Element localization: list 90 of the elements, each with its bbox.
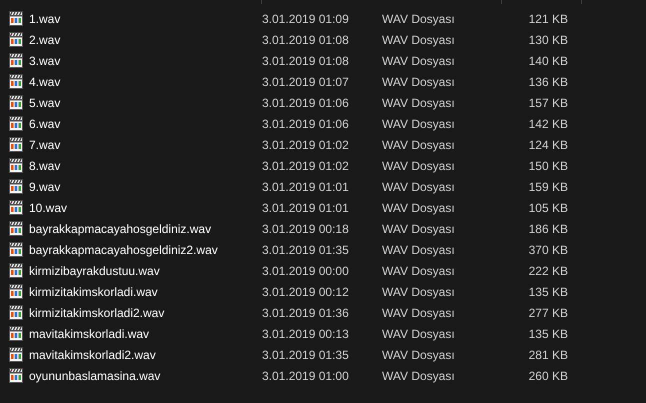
clapperboard-icon	[9, 158, 23, 173]
file-name[interactable]: 1.wav	[29, 12, 60, 26]
file-type: WAV Dosyası	[382, 74, 455, 88]
file-type: WAV Dosyası	[382, 284, 455, 298]
clapperboard-icon	[9, 137, 23, 152]
date-modified: 3.01.2019 00:00	[262, 264, 349, 278]
clapperboard-icon	[9, 74, 23, 89]
file-size: 277 KB	[528, 306, 568, 320]
file-type: WAV Dosyası	[382, 368, 455, 382]
file-name[interactable]: oyununbaslamasina.wav	[29, 368, 160, 382]
file-size: 130 KB	[528, 32, 568, 46]
date-modified: 3.01.2019 01:01	[262, 200, 349, 214]
file-name[interactable]: mavitakimskorladi2.wav	[29, 348, 156, 362]
date-modified: 3.01.2019 01:35	[262, 242, 349, 256]
clapperboard-icon	[9, 326, 23, 341]
date-modified: 3.01.2019 01:00	[262, 368, 349, 382]
file-type: WAV Dosyası	[382, 12, 455, 26]
file-type: WAV Dosyası	[382, 326, 455, 340]
file-type: WAV Dosyası	[382, 116, 455, 130]
clapperboard-icon	[9, 53, 23, 68]
date-modified: 3.01.2019 00:13	[262, 326, 349, 340]
date-modified: 3.01.2019 01:09	[262, 12, 349, 26]
file-type: WAV Dosyası	[382, 242, 455, 256]
file-name[interactable]: 2.wav	[29, 32, 60, 46]
file-size: 140 KB	[528, 54, 568, 68]
file-type: WAV Dosyası	[382, 96, 455, 110]
file-type: WAV Dosyası	[382, 222, 455, 236]
file-size: 121 KB	[528, 12, 568, 26]
clapperboard-icon	[9, 221, 23, 236]
file-size: 142 KB	[528, 116, 568, 130]
clapperboard-icon	[9, 95, 23, 110]
file-size: 105 KB	[528, 200, 568, 214]
file-name[interactable]: 7.wav	[29, 138, 60, 152]
file-size: 370 KB	[528, 242, 568, 256]
file-size: 159 KB	[528, 180, 568, 194]
clapperboard-icon	[9, 368, 23, 383]
date-modified: 3.01.2019 01:01	[262, 180, 349, 194]
file-size: 135 KB	[528, 326, 568, 340]
file-size: 124 KB	[528, 138, 568, 152]
file-name[interactable]: kirmizitakimskorladi2.wav	[29, 306, 164, 320]
file-name[interactable]: 9.wav	[29, 180, 60, 194]
date-modified: 3.01.2019 01:07	[262, 74, 349, 88]
file-name[interactable]: bayrakkapmacayahosgeldiniz2.wav	[29, 242, 218, 256]
date-modified: 3.01.2019 00:12	[262, 284, 349, 298]
file-name[interactable]: 10.wav	[29, 200, 68, 214]
file-name[interactable]: kirmizitakimskorladi.wav	[29, 284, 158, 298]
clapperboard-icon	[9, 305, 23, 320]
file-size: 222 KB	[528, 264, 568, 278]
file-type: WAV Dosyası	[382, 200, 455, 214]
file-name[interactable]: kirmizibayrakdustuu.wav	[29, 264, 160, 278]
file-type: WAV Dosyası	[382, 306, 455, 320]
file-type: WAV Dosyası	[382, 54, 455, 68]
file-size: 281 KB	[528, 348, 568, 362]
clapperboard-icon	[9, 11, 23, 26]
date-modified: 3.01.2019 00:18	[262, 222, 349, 236]
clapperboard-icon	[9, 200, 23, 215]
file-name[interactable]: 8.wav	[29, 158, 60, 172]
file-size: 136 KB	[528, 74, 568, 88]
date-modified: 3.01.2019 01:02	[262, 158, 349, 172]
clapperboard-icon	[9, 284, 23, 299]
file-name[interactable]: 5.wav	[29, 96, 60, 110]
file-type: WAV Dosyası	[382, 138, 455, 152]
file-name[interactable]: bayrakkapmacayahosgeldiniz.wav	[29, 222, 212, 236]
date-modified: 3.01.2019 01:02	[262, 138, 349, 152]
clapperboard-icon	[9, 179, 23, 194]
file-size: 186 KB	[528, 222, 568, 236]
file-name[interactable]: 3.wav	[29, 54, 60, 68]
file-size: 135 KB	[528, 284, 568, 298]
date-modified: 3.01.2019 01:06	[262, 96, 349, 110]
file-name[interactable]: 6.wav	[29, 116, 60, 130]
clapperboard-icon	[9, 116, 23, 131]
date-modified: 3.01.2019 01:08	[262, 54, 349, 68]
file-name[interactable]: 4.wav	[29, 74, 60, 88]
file-size: 260 KB	[528, 368, 568, 382]
clapperboard-icon	[9, 242, 23, 257]
file-type: WAV Dosyası	[382, 180, 455, 194]
file-name[interactable]: mavitakimskorladi.wav	[29, 326, 150, 340]
file-size: 150 KB	[528, 158, 568, 172]
file-size: 157 KB	[528, 96, 568, 110]
date-modified: 3.01.2019 01:08	[262, 32, 349, 46]
clapperboard-icon	[9, 263, 23, 278]
date-modified: 3.01.2019 01:35	[262, 348, 349, 362]
file-type: WAV Dosyası	[382, 264, 455, 278]
clapperboard-icon	[9, 32, 23, 47]
date-modified: 3.01.2019 01:36	[262, 306, 349, 320]
file-type: WAV Dosyası	[382, 348, 455, 362]
file-type: WAV Dosyası	[382, 158, 455, 172]
file-type: WAV Dosyası	[382, 32, 455, 46]
clapperboard-icon	[9, 347, 23, 362]
date-modified: 3.01.2019 01:06	[262, 116, 349, 130]
